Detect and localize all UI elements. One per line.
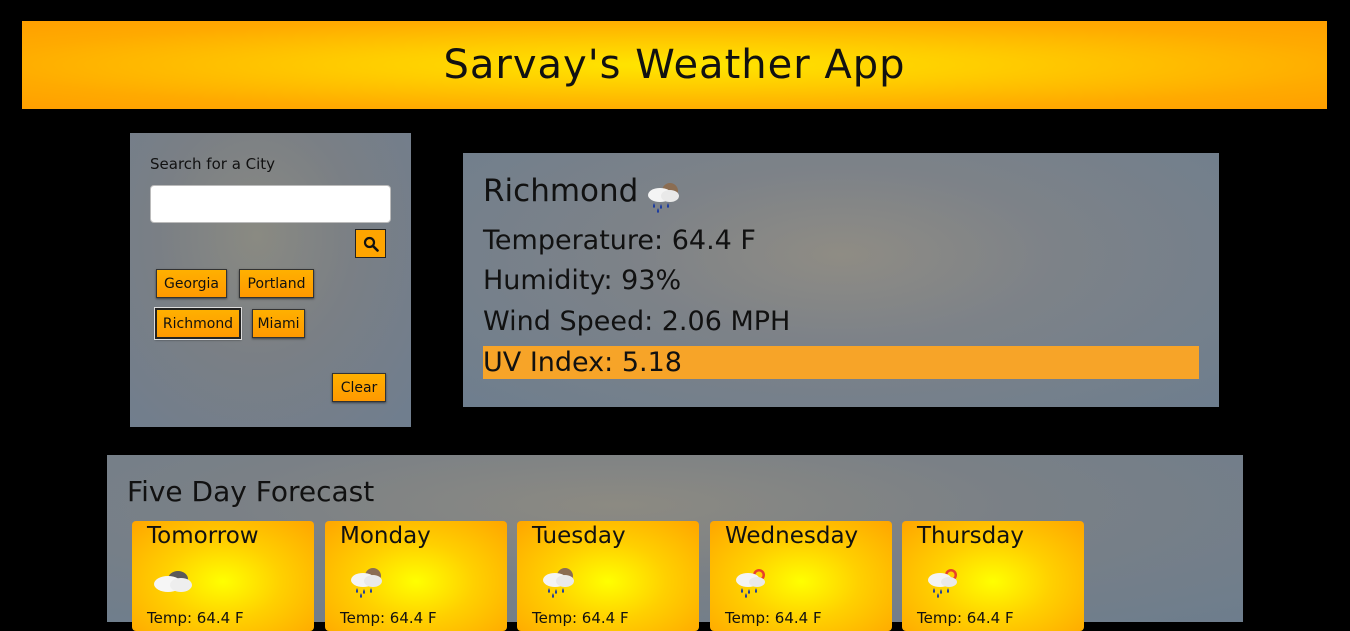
current-wind-speed: Wind Speed: 2.06 MPH: [483, 306, 791, 337]
history-city-portland[interactable]: Portland: [239, 269, 314, 298]
forecast-day-name: Wednesday: [725, 523, 859, 549]
rain-cloud-icon: [648, 183, 680, 213]
search-label: Search for a City: [150, 155, 276, 173]
forecast-day-card: Thursday Temp: 64.4 F: [902, 521, 1084, 631]
rain-cloud-icon: [543, 568, 574, 598]
app-header: Sarvay's Weather App: [22, 21, 1327, 109]
current-temperature: Temperature: 64.4 F: [483, 225, 756, 256]
forecast-title: Five Day Forecast: [127, 475, 375, 508]
app-title: Sarvay's Weather App: [443, 42, 906, 88]
search-icon: [363, 236, 379, 252]
history-city-richmond[interactable]: Richmond: [154, 307, 242, 340]
forecast-day-card: Wednesday Temp: 64.4 F: [710, 521, 892, 631]
rain-cloud-icon: [351, 568, 382, 598]
current-city-name: Richmond: [483, 173, 639, 209]
forecast-day-card: Monday Temp: 64.4 F: [325, 521, 507, 631]
forecast-day-name: Monday: [340, 523, 431, 549]
forecast-day-name: Tomorrow: [147, 523, 259, 549]
clear-button[interactable]: Clear: [332, 373, 386, 402]
forecast-day-temp: Temp: 64.4 F: [725, 609, 822, 627]
current-humidity: Humidity: 93%: [483, 265, 682, 296]
forecast-day-temp: Temp: 64.4 F: [532, 609, 629, 627]
forecast-day-card: Tuesday Temp: 64.4 F: [517, 521, 699, 631]
current-weather-panel: Richmond Temperature: 64.4 F Humidity: 9…: [463, 153, 1219, 407]
sun-rain-icon: [928, 569, 957, 598]
cloud-icon: [154, 571, 192, 592]
current-uv-index: UV Index: 5.18: [483, 346, 1199, 379]
forecast-panel: Five Day Forecast Tomorrow Temp: 64.4 F …: [107, 455, 1243, 631]
forecast-day-temp: Temp: 64.4 F: [147, 609, 244, 627]
forecast-day-card: Tomorrow Temp: 64.4 F: [132, 521, 314, 631]
history-city-georgia[interactable]: Georgia: [156, 269, 227, 298]
forecast-day-temp: Temp: 64.4 F: [917, 609, 1014, 627]
history-city-miami[interactable]: Miami: [252, 309, 305, 338]
sun-rain-icon: [736, 569, 765, 598]
forecast-day-name: Tuesday: [532, 523, 626, 549]
forecast-day-temp: Temp: 64.4 F: [340, 609, 437, 627]
search-button[interactable]: [355, 229, 386, 258]
current-city: Richmond: [483, 173, 686, 213]
forecast-day-name: Thursday: [917, 523, 1024, 549]
city-search-input[interactable]: [150, 185, 391, 223]
search-panel: Search for a City Georgia Portland Richm…: [130, 133, 411, 427]
